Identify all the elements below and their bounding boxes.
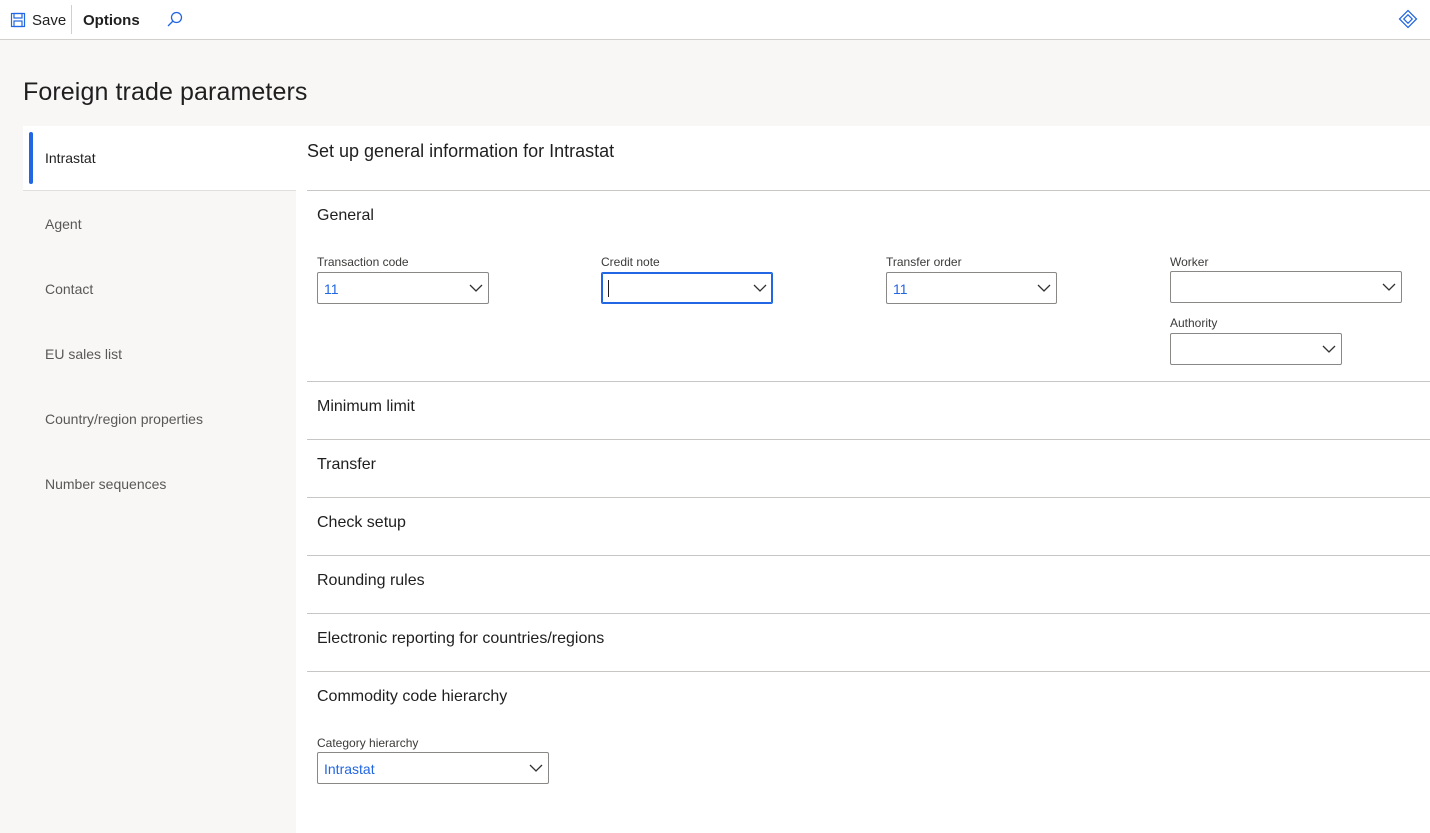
- credit-note-combo[interactable]: [601, 272, 773, 304]
- tab-content-panel: Set up general information for Intrastat…: [296, 126, 1430, 833]
- chevron-down-icon: [469, 284, 483, 292]
- action-pane: Save Options: [0, 0, 1430, 40]
- chevron-down-icon: [1037, 284, 1051, 292]
- section-divider: [307, 381, 1430, 382]
- worker-label: Worker: [1170, 255, 1209, 269]
- panel-title: Set up general information for Intrastat: [307, 141, 615, 161]
- save-icon: [10, 12, 26, 28]
- chevron-down-icon: [1382, 283, 1396, 291]
- transfer-order-combo[interactable]: 11: [886, 272, 1057, 304]
- category-hierarchy-value: Intrastat: [324, 761, 375, 777]
- search-icon[interactable]: [164, 9, 186, 31]
- section-divider: [307, 555, 1430, 556]
- authority-combo[interactable]: [1170, 333, 1342, 365]
- section-transfer-header[interactable]: Transfer: [317, 456, 376, 474]
- section-electronic-reporting-header[interactable]: Electronic reporting for countries/regio…: [317, 630, 604, 648]
- transaction-code-combo[interactable]: 11: [317, 272, 489, 304]
- tab-number-sequences[interactable]: Number sequences: [23, 451, 296, 516]
- tab-contact[interactable]: Contact: [23, 256, 296, 321]
- section-general-header[interactable]: General: [317, 207, 374, 225]
- section-commodity-code-hierarchy-header[interactable]: Commodity code hierarchy: [317, 688, 507, 706]
- section-divider: [307, 497, 1430, 498]
- toolbar-divider: [71, 5, 72, 34]
- section-divider: [307, 671, 1430, 672]
- authority-label: Authority: [1170, 316, 1218, 330]
- text-cursor: [608, 280, 609, 297]
- diamond-icon[interactable]: [1398, 9, 1418, 29]
- options-button[interactable]: Options: [78, 4, 145, 36]
- section-divider: [307, 439, 1430, 440]
- tab-eu-sales-list[interactable]: EU sales list: [23, 321, 296, 386]
- section-rounding-rules-header[interactable]: Rounding rules: [317, 572, 425, 590]
- transfer-order-value: 11: [893, 281, 908, 297]
- save-label: Save: [32, 11, 67, 29]
- tab-agent[interactable]: Agent: [23, 191, 296, 256]
- tab-country-region-properties[interactable]: Country/region properties: [23, 386, 296, 451]
- save-button[interactable]: Save: [6, 4, 70, 36]
- chevron-down-icon: [529, 764, 543, 772]
- section-check-setup-header[interactable]: Check setup: [317, 514, 406, 532]
- transfer-order-label: Transfer order: [886, 255, 962, 269]
- credit-note-label: Credit note: [601, 255, 660, 269]
- transaction-code-value: 11: [324, 281, 339, 297]
- transaction-code-label: Transaction code: [317, 255, 409, 269]
- vertical-tab-list: Intrastat Agent Contact EU sales list Co…: [23, 126, 296, 516]
- category-hierarchy-combo[interactable]: Intrastat: [317, 752, 549, 784]
- tab-intrastat[interactable]: Intrastat: [23, 126, 296, 191]
- section-minimum-limit-header[interactable]: Minimum limit: [317, 398, 415, 416]
- chevron-down-icon: [753, 284, 767, 292]
- page-title: Foreign trade parameters: [23, 78, 308, 106]
- section-divider: [307, 190, 1430, 191]
- worker-combo[interactable]: [1170, 271, 1402, 303]
- section-divider: [307, 613, 1430, 614]
- chevron-down-icon: [1322, 345, 1336, 353]
- category-hierarchy-label: Category hierarchy: [317, 736, 419, 750]
